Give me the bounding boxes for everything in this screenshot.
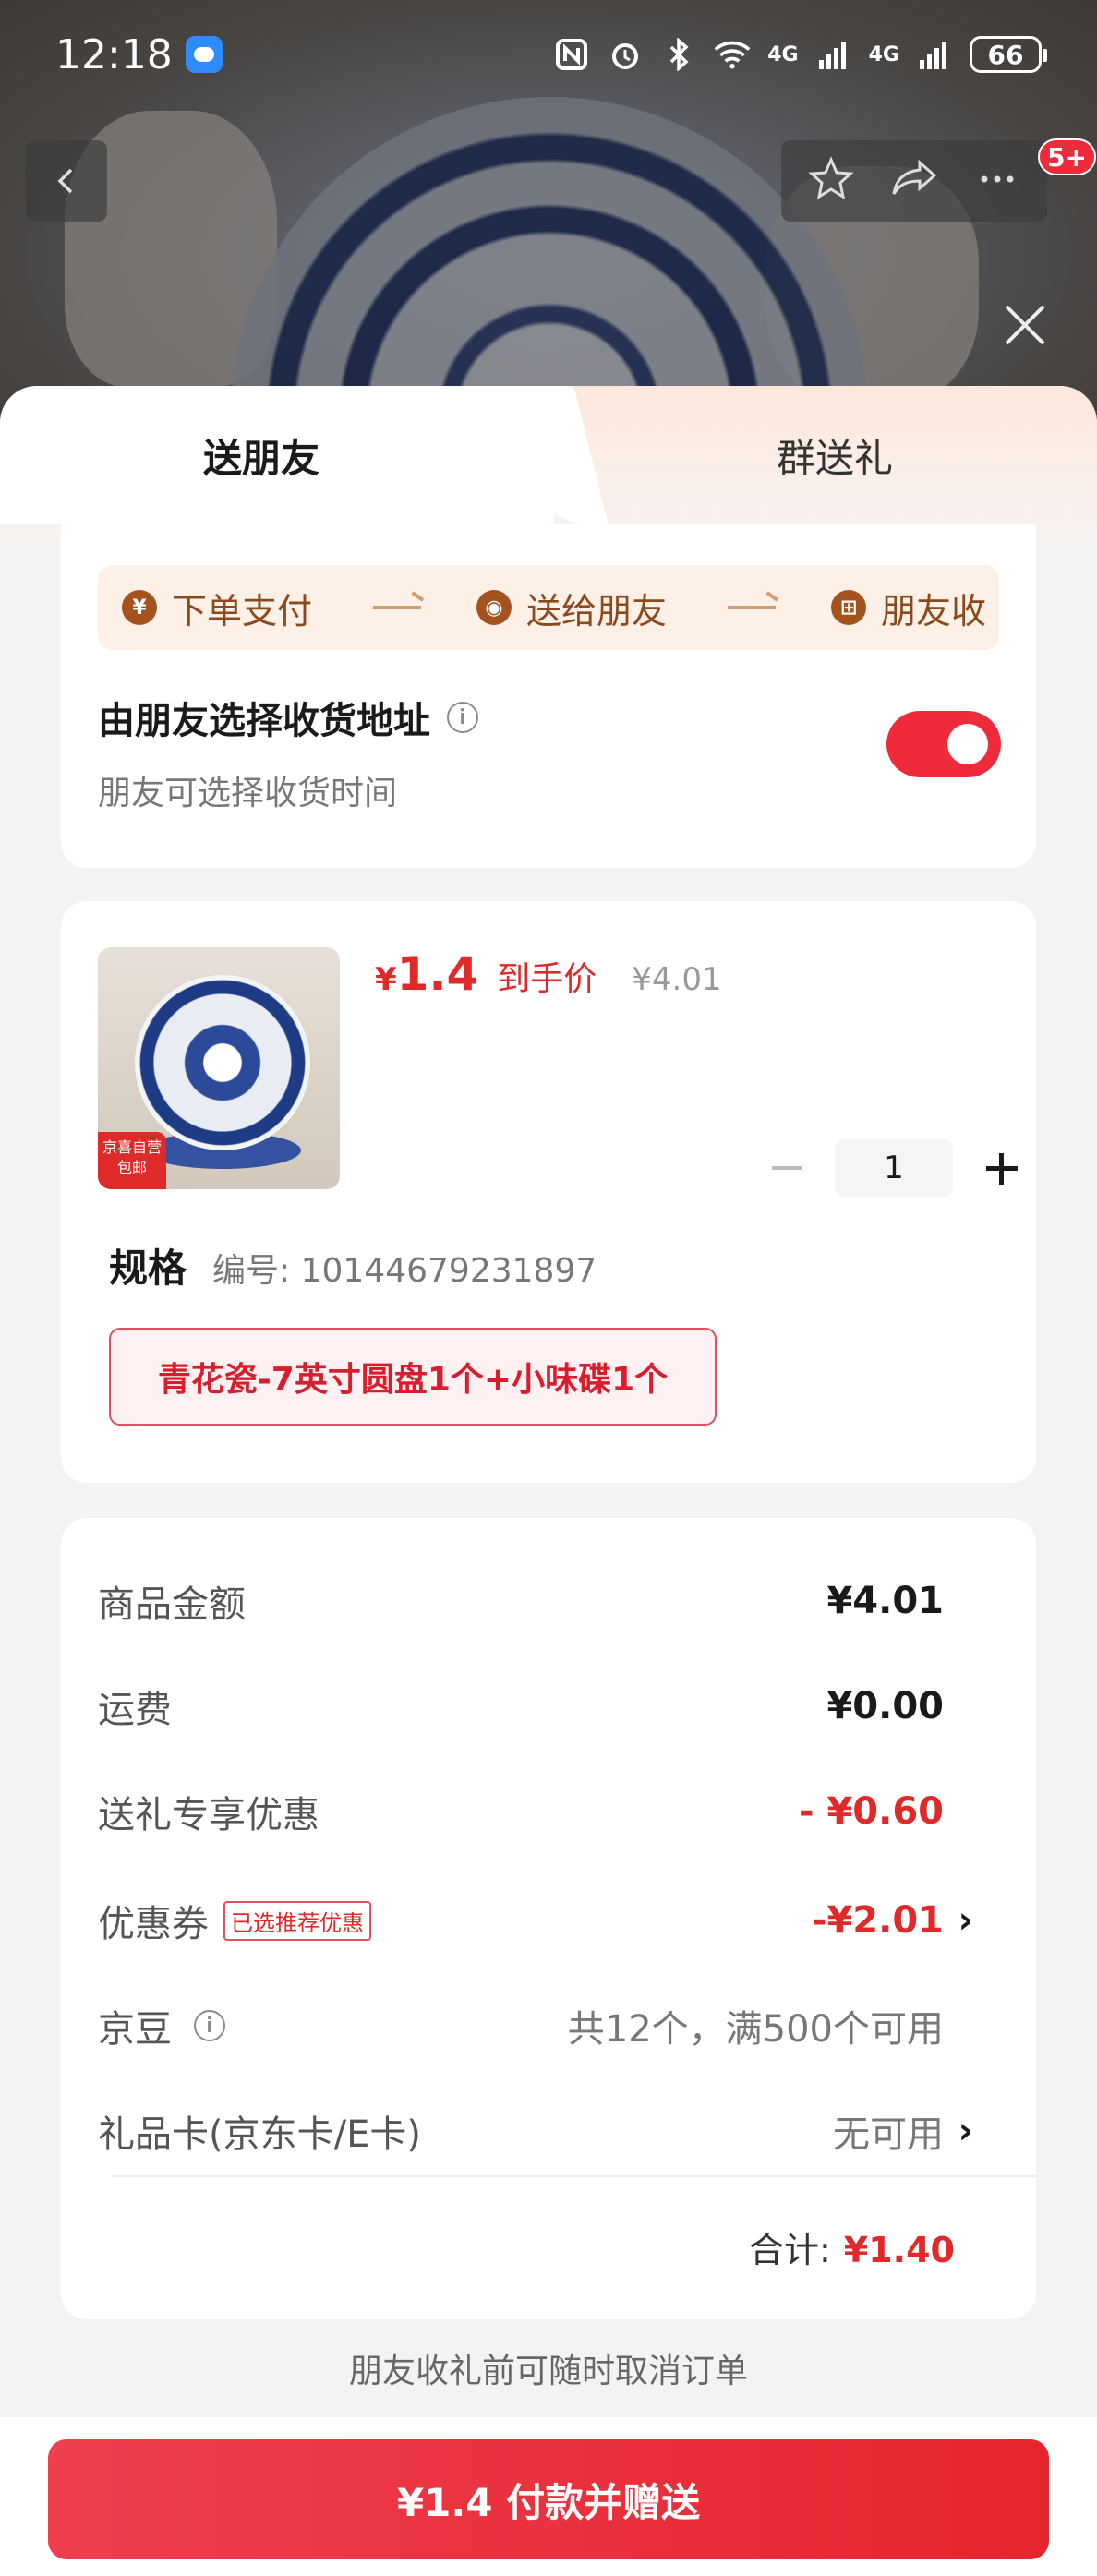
sheet-tabs: 送朋友 群送礼 (0, 386, 1097, 534)
summary-value: ¥0.00 (826, 1685, 944, 1727)
final-price: 1.4 (396, 947, 479, 1001)
coupon-recommended-tag: 已选推荐优惠 (223, 1900, 371, 1941)
product-number: 编号: 10144679231897 (212, 1252, 597, 1290)
summary-value: 共12个，满500个可用 (567, 2008, 944, 2051)
friend-address-toggle[interactable] (886, 711, 1001, 777)
signal-2-label: 4G (868, 42, 899, 66)
close-sheet-button[interactable] (997, 297, 1053, 353)
summary-row-goods: 商品金额 ¥4.01 (98, 1564, 999, 1638)
favorite-button[interactable] (807, 155, 855, 207)
spec-option-selected[interactable]: 青花瓷-7英寸圆盘1个+小味碟1个 (109, 1328, 717, 1426)
chevron-left-icon (57, 168, 73, 194)
flow-step-receive: ⊞ 朋友收 (831, 583, 986, 633)
quantity-input[interactable]: 1 (835, 1139, 953, 1197)
summary-value: 无可用 (833, 2113, 944, 2156)
battery-indicator: 66 (970, 36, 1047, 73)
spec-row: 规格 编号: 10144679231897 (109, 1237, 597, 1294)
more-icon (981, 175, 1014, 183)
summary-label: 礼品卡(京东卡/E卡) (98, 2113, 421, 2156)
pay-and-gift-button[interactable]: ¥1.4 付款并赠送 (48, 2439, 1049, 2559)
spec-title: 规格 (109, 1246, 187, 1291)
original-price: ¥4.01 (632, 961, 722, 998)
arrow-right-icon (373, 606, 422, 609)
total-label: 合计: (748, 2230, 831, 2270)
quantity-stepper: 1 (759, 1139, 1029, 1197)
order-total: 合计: ¥1.40 (749, 2221, 955, 2272)
summary-label: 运费 (98, 1689, 172, 1731)
summary-label: 优惠券 已选推荐优惠 (98, 1894, 371, 1947)
info-icon[interactable]: i (194, 2010, 225, 2041)
signal-icon (815, 36, 852, 73)
summary-value: -¥2.01 (811, 1899, 944, 1942)
status-time: 12:18 (55, 30, 173, 78)
summary-row-jingdou: 京豆 i 共12个，满500个可用 (98, 1989, 999, 2063)
price-row: ¥ 1.4 到手价 ¥4.01 (375, 947, 722, 1001)
chevron-right-icon: › (958, 2110, 973, 2152)
flow-step-label: 送给朋友 (526, 590, 668, 632)
gift-icon: ⊞ (831, 590, 867, 625)
final-price-label: 到手价 (497, 960, 597, 998)
gift-flow-card: ¥ 下单支付 ◉ 送给朋友 ⊞ 朋友收 由朋友选择收货地址 i 朋友可选择收货时… (61, 524, 1036, 868)
summary-label: 京豆 i (98, 1999, 225, 2052)
increase-quantity-button[interactable] (973, 1140, 1029, 1196)
wechat-icon: ◉ (476, 590, 512, 625)
coupon-label: 优惠券 (98, 1903, 209, 1945)
summary-label: 商品金额 (98, 1583, 246, 1626)
summary-row-coupon[interactable]: 优惠券 已选推荐优惠 -¥2.01 › (98, 1884, 999, 1957)
summary-label: 送礼专享优惠 (98, 1794, 319, 1836)
info-icon[interactable]: i (447, 702, 478, 733)
product-card: 京喜自营 包邮 ¥ 1.4 到手价 ¥4.01 1 规格 编号: 1014467… (61, 901, 1036, 1483)
address-option-title: 由朋友选择收货地址 (98, 700, 430, 742)
price-currency: ¥ (375, 961, 397, 998)
yen-icon: ¥ (122, 590, 157, 625)
gift-flow-steps: ¥ 下单支付 ◉ 送给朋友 ⊞ 朋友收 (98, 565, 999, 650)
message-badge: 5+ (1038, 138, 1096, 175)
jingdou-label: 京豆 (98, 2008, 172, 2051)
address-option-subtitle: 朋友可选择收货时间 (98, 775, 398, 813)
total-value: ¥1.40 (843, 2230, 955, 2270)
signal-1-label: 4G (767, 42, 799, 66)
share-button[interactable] (888, 155, 940, 207)
star-icon (808, 156, 854, 200)
share-icon (892, 159, 937, 195)
chat-notification-icon (185, 36, 223, 73)
gift-sheet: 送朋友 群送礼 ¥ 下单支付 ◉ 送给朋友 ⊞ 朋友收 由朋友选择收货地址 i … (0, 386, 1097, 2576)
signal-icon (916, 36, 953, 73)
footer: 朋友收礼前可随时取消订单 ¥1.4 付款并赠送 (0, 2319, 1097, 2576)
summary-value: ¥4.01 (826, 1580, 944, 1622)
decrease-quantity-button[interactable] (759, 1140, 814, 1196)
wifi-icon (714, 36, 751, 73)
summary-row-gift-discount: 送礼专享优惠 - ¥0.60 (98, 1775, 999, 1848)
bluetooth-icon (660, 36, 697, 73)
cancel-note: 朋友收礼前可随时取消订单 (0, 2319, 1097, 2417)
free-shipping-badge: 京喜自营 包邮 (98, 1132, 166, 1189)
flow-step-pay: ¥ 下单支付 (122, 583, 312, 633)
back-button[interactable] (26, 140, 107, 222)
summary-row-giftcard[interactable]: 礼品卡(京东卡/E卡) 无可用 › (98, 2094, 999, 2168)
top-actions (781, 140, 1047, 222)
product-thumbnail[interactable]: 京喜自营 包邮 (98, 947, 340, 1189)
more-button[interactable] (973, 155, 1021, 207)
address-option: 由朋友选择收货地址 i (98, 691, 478, 744)
order-summary-card: 商品金额 ¥4.01 运费 ¥0.00 送礼专享优惠 - ¥0.60 优惠券 已… (61, 1518, 1036, 2319)
summary-value: - ¥0.60 (798, 1790, 944, 1833)
status-bar: 12:18 4G 4G 66 (0, 0, 1097, 109)
divider (113, 2175, 1036, 2177)
flow-step-label: 朋友收 (881, 590, 987, 632)
arrow-right-icon (728, 606, 777, 609)
close-icon (1005, 305, 1045, 345)
tab-group-gift[interactable]: 群送礼 (573, 386, 1097, 524)
tab-send-friend[interactable]: 送朋友 (0, 386, 523, 524)
nfc-icon (553, 36, 590, 73)
alarm-icon (607, 36, 644, 73)
chevron-right-icon: › (958, 1899, 973, 1942)
flow-step-label: 下单支付 (172, 590, 313, 632)
flow-step-send: ◉ 送给朋友 (476, 583, 667, 633)
summary-row-shipping: 运费 ¥0.00 (98, 1669, 999, 1743)
